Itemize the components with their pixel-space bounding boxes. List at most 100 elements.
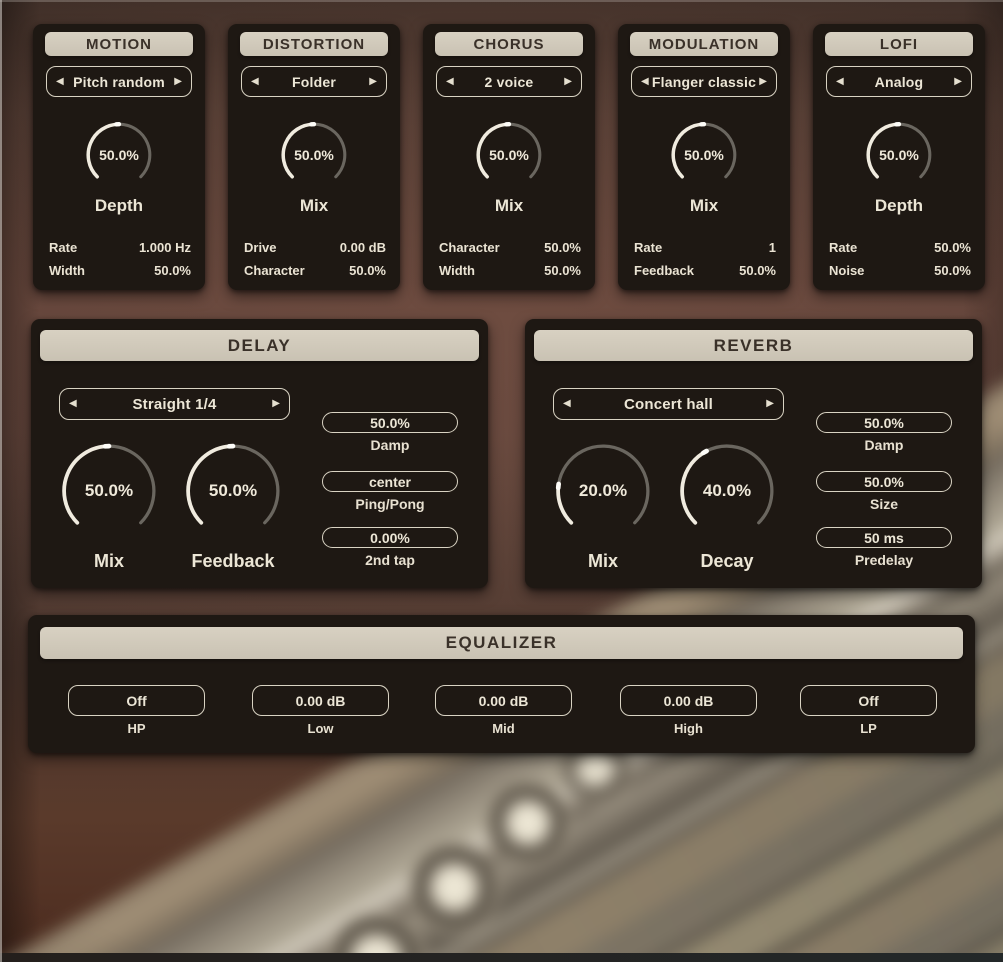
param-label: Noise <box>829 260 864 283</box>
param-label: Rate <box>634 237 662 260</box>
next-arrow-icon[interactable]: ▶ <box>759 77 767 87</box>
distortion-panel: DISTORTION ◀ Folder ▶ 50.0% Mix Drive 0.… <box>228 24 400 290</box>
param-list: Rate 1.000 Hz Width 50.0% <box>49 237 191 282</box>
prev-arrow-icon[interactable]: ◀ <box>563 399 571 409</box>
distortion-mix-knob[interactable]: 50.0% <box>279 120 349 190</box>
field-label: High <box>620 721 757 736</box>
panel-title: MOTION <box>45 32 193 56</box>
delay-2ndtap-field[interactable]: 0.00% <box>322 527 458 548</box>
param-list: Drive 0.00 dB Character 50.0% <box>244 237 386 282</box>
delay-mix-knob[interactable]: 50.0% <box>58 440 160 542</box>
modulation-mix-knob[interactable]: 50.0% <box>669 120 739 190</box>
param-value[interactable]: 50.0% <box>544 260 581 283</box>
motion-depth-knob[interactable]: 50.0% <box>84 120 154 190</box>
next-arrow-icon[interactable]: ▶ <box>954 77 962 87</box>
delay-pingpong-field[interactable]: center <box>322 471 458 492</box>
delay-mode-selector[interactable]: ◀ Straight 1/4 ▶ <box>59 388 290 420</box>
eq-low-field[interactable]: 0.00 dB <box>252 685 389 716</box>
panel-title: EQUALIZER <box>40 627 963 659</box>
distortion-mode-selector[interactable]: ◀ Folder ▶ <box>241 66 387 97</box>
knob-label: Feedback <box>182 551 284 572</box>
delay-feedback-knob[interactable]: 50.0% <box>182 440 284 542</box>
reverb-mix-knob[interactable]: 20.0% <box>552 440 654 542</box>
param-row: Character 50.0% <box>244 260 386 283</box>
knob-label: Mix <box>58 551 160 572</box>
next-arrow-icon[interactable]: ▶ <box>564 77 572 87</box>
eq-lp-field[interactable]: Off <box>800 685 937 716</box>
reverb-mode-selector[interactable]: ◀ Concert hall ▶ <box>553 388 784 420</box>
param-value[interactable]: 0.00 dB <box>340 237 386 260</box>
param-label: Width <box>49 260 85 283</box>
reverb-damp-field[interactable]: 50.0% <box>816 412 952 433</box>
lofi-panel: LOFI ◀ Analog ▶ 50.0% Depth Rate 50.0% N… <box>813 24 985 290</box>
field-label: 2nd tap <box>322 552 458 568</box>
param-value[interactable]: 1.000 Hz <box>139 237 191 260</box>
field-label: Damp <box>322 437 458 453</box>
field-label: Low <box>252 721 389 736</box>
eq-mid-field[interactable]: 0.00 dB <box>435 685 572 716</box>
param-label: Width <box>439 260 475 283</box>
motion-panel: MOTION ◀ Pitch random ▶ 50.0% Depth Rate… <box>33 24 205 290</box>
param-value[interactable]: 1 <box>769 237 776 260</box>
delay-damp-field[interactable]: 50.0% <box>322 412 458 433</box>
param-value[interactable]: 50.0% <box>349 260 386 283</box>
next-arrow-icon[interactable]: ▶ <box>174 77 182 87</box>
modulation-panel: MODULATION ◀ Flanger classic ▶ 50.0% Mix… <box>618 24 790 290</box>
param-row: Rate 50.0% <box>829 237 971 260</box>
chorus-panel: CHORUS ◀ 2 voice ▶ 50.0% Mix Character 5… <box>423 24 595 290</box>
param-value[interactable]: 50.0% <box>934 260 971 283</box>
prev-arrow-icon[interactable]: ◀ <box>446 77 454 87</box>
next-arrow-icon[interactable]: ▶ <box>369 77 377 87</box>
lofi-mode-selector[interactable]: ◀ Analog ▶ <box>826 66 972 97</box>
knob-label: Mix <box>423 196 595 216</box>
param-label: Feedback <box>634 260 694 283</box>
eq-high-field[interactable]: 0.00 dB <box>620 685 757 716</box>
next-arrow-icon[interactable]: ▶ <box>272 399 280 409</box>
reverb-panel: REVERB ◀ Concert hall ▶ 20.0% 40.0% Mix … <box>525 319 982 588</box>
param-row: Width 50.0% <box>439 260 581 283</box>
param-list: Character 50.0% Width 50.0% <box>439 237 581 282</box>
panel-title: DELAY <box>40 330 479 361</box>
chorus-mix-knob[interactable]: 50.0% <box>474 120 544 190</box>
param-list: Rate 50.0% Noise 50.0% <box>829 237 971 282</box>
param-row: Feedback 50.0% <box>634 260 776 283</box>
knob-label: Mix <box>552 551 654 572</box>
param-row: Width 50.0% <box>49 260 191 283</box>
next-arrow-icon[interactable]: ▶ <box>766 399 774 409</box>
knob-label: Decay <box>676 551 778 572</box>
panel-title: CHORUS <box>435 32 583 56</box>
lofi-depth-knob[interactable]: 50.0% <box>864 120 934 190</box>
motion-mode-selector[interactable]: ◀ Pitch random ▶ <box>46 66 192 97</box>
panel-title: MODULATION <box>630 32 778 56</box>
param-row: Character 50.0% <box>439 237 581 260</box>
param-value[interactable]: 50.0% <box>154 260 191 283</box>
left-edge-highlight <box>0 0 2 962</box>
param-row: Rate 1.000 Hz <box>49 237 191 260</box>
plugin-effects-page: MOTION ◀ Pitch random ▶ 50.0% Depth Rate… <box>0 0 1003 962</box>
delay-panel: DELAY ◀ Straight 1/4 ▶ 50.0% 50.0% Mix F… <box>31 319 488 588</box>
param-value[interactable]: 50.0% <box>934 237 971 260</box>
modulation-mode-selector[interactable]: ◀ Flanger classic ▶ <box>631 66 777 97</box>
param-value[interactable]: 50.0% <box>739 260 776 283</box>
field-label: LP <box>800 721 937 736</box>
prev-arrow-icon[interactable]: ◀ <box>836 77 844 87</box>
field-label: Predelay <box>816 552 952 568</box>
panel-title: REVERB <box>534 330 973 361</box>
field-label: Ping/Pong <box>322 496 458 512</box>
reverb-decay-knob[interactable]: 40.0% <box>676 440 778 542</box>
field-label: HP <box>68 721 205 736</box>
param-row: Noise 50.0% <box>829 260 971 283</box>
param-list: Rate 1 Feedback 50.0% <box>634 237 776 282</box>
param-value[interactable]: 50.0% <box>544 237 581 260</box>
eq-hp-field[interactable]: Off <box>68 685 205 716</box>
param-label: Drive <box>244 237 277 260</box>
field-label: Mid <box>435 721 572 736</box>
reverb-size-field[interactable]: 50.0% <box>816 471 952 492</box>
prev-arrow-icon[interactable]: ◀ <box>641 77 649 87</box>
prev-arrow-icon[interactable]: ◀ <box>56 77 64 87</box>
reverb-predelay-field[interactable]: 50 ms <box>816 527 952 548</box>
knob-label: Depth <box>813 196 985 216</box>
chorus-mode-selector[interactable]: ◀ 2 voice ▶ <box>436 66 582 97</box>
prev-arrow-icon[interactable]: ◀ <box>251 77 259 87</box>
prev-arrow-icon[interactable]: ◀ <box>69 399 77 409</box>
